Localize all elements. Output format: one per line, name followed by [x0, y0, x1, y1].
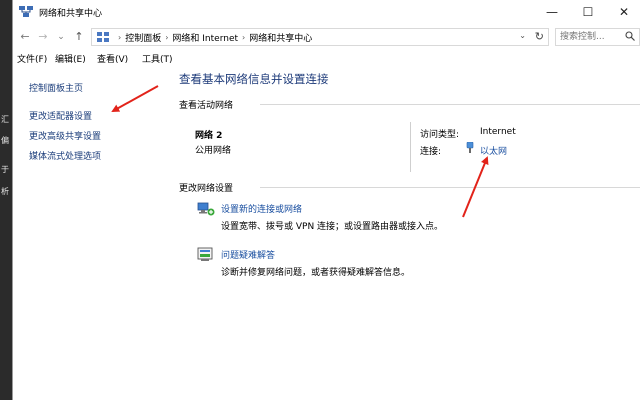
- active-networks-section-label: 查看活动网络: [179, 101, 234, 111]
- network-info-divider: [410, 122, 411, 172]
- address-bar[interactable]: › 控制面板 › 网络和 Internet › 网络和共享中心 ⌄ ↻: [91, 28, 549, 46]
- troubleshoot-problems-link[interactable]: 问题疑难解答: [221, 248, 275, 261]
- ethernet-connection-link[interactable]: 以太网: [480, 144, 507, 157]
- breadcrumb-item-network-sharing-center[interactable]: 网络和共享中心: [249, 31, 312, 44]
- minimize-button[interactable]: —: [534, 0, 570, 25]
- search-icon[interactable]: [625, 31, 635, 41]
- menu-bar: 文件(F) 编辑(E) 查看(V) 工具(T): [13, 49, 643, 67]
- address-history-chevron-icon[interactable]: ⌄: [519, 31, 526, 40]
- page-title: 查看基本网络信息并设置连接: [179, 72, 329, 86]
- background-window-edge: 汇 偏 于 析: [0, 0, 12, 400]
- menu-edit[interactable]: 编辑(E): [55, 52, 86, 65]
- background-text-fragment: 偏: [1, 136, 9, 145]
- sidebar-item-control-panel-home[interactable]: 控制面板主页: [29, 81, 83, 94]
- up-button[interactable]: ↑: [71, 29, 87, 45]
- ethernet-connection-icon[interactable]: [466, 142, 474, 154]
- back-button[interactable]: ←: [17, 29, 33, 45]
- network-profile-link[interactable]: 公用网络: [195, 143, 231, 156]
- section-divider: [260, 187, 640, 188]
- window-title: 网络和共享中心: [39, 9, 103, 19]
- background-text-fragment: 析: [1, 187, 9, 196]
- access-type-value: Internet: [480, 127, 516, 137]
- close-button[interactable]: ✕: [606, 0, 642, 25]
- network-name: 网络 2: [195, 131, 223, 141]
- menu-tools[interactable]: 工具(T): [142, 52, 173, 65]
- main-content: 查看基本网络信息并设置连接 查看活动网络 网络 2 公用网络 访问类型: Int…: [166, 67, 643, 400]
- network-center-icon: [19, 6, 33, 17]
- troubleshoot-problems-description: 诊断并修复网络问题，或者获得疑难解答信息。: [221, 268, 411, 278]
- setup-new-connection-description: 设置宽带、拨号或 VPN 连接；或设置路由器或接入点。: [221, 222, 444, 232]
- connections-label: 连接:: [420, 147, 442, 157]
- sidebar-item-advanced-sharing-settings[interactable]: 更改高级共享设置: [29, 129, 101, 142]
- sidebar-item-change-adapter-settings[interactable]: 更改适配器设置: [29, 109, 92, 122]
- refresh-icon[interactable]: ↻: [535, 30, 544, 43]
- menu-file[interactable]: 文件(F): [17, 52, 47, 65]
- access-type-label: 访问类型:: [420, 130, 460, 140]
- change-settings-section-label: 更改网络设置: [179, 184, 234, 194]
- breadcrumb-separator: ›: [118, 33, 122, 42]
- background-text-fragment: 于: [1, 165, 9, 174]
- search-box[interactable]: [555, 28, 640, 46]
- search-input[interactable]: [560, 30, 622, 44]
- breadcrumb-item-control-panel[interactable]: 控制面板: [125, 31, 161, 44]
- maximize-button[interactable]: ☐: [570, 0, 606, 25]
- breadcrumb: › 控制面板 › 网络和 Internet › 网络和共享中心: [114, 31, 312, 44]
- forward-button[interactable]: →: [35, 29, 51, 45]
- breadcrumb-separator[interactable]: ›: [161, 33, 172, 42]
- new-connection-icon: [197, 202, 215, 216]
- menu-view[interactable]: 查看(V): [97, 52, 128, 65]
- network-sharing-center-window: 网络和共享中心 — ☐ ✕ ← → ⌄ ↑ › 控制面板 › 网络和 Internet…: [12, 0, 643, 400]
- troubleshoot-icon: [197, 247, 213, 261]
- control-panel-icon: [97, 32, 109, 42]
- title-bar[interactable]: 网络和共享中心 — ☐ ✕: [13, 0, 643, 25]
- breadcrumb-item-network-internet[interactable]: 网络和 Internet: [172, 31, 238, 44]
- section-divider: [260, 104, 640, 105]
- breadcrumb-separator[interactable]: ›: [238, 33, 249, 42]
- recent-locations-button[interactable]: ⌄: [53, 29, 69, 45]
- left-navigation-pane: 控制面板主页 更改适配器设置 更改高级共享设置 媒体流式处理选项: [13, 67, 166, 400]
- address-toolbar: ← → ⌄ ↑ › 控制面板 › 网络和 Internet › 网络和共享中心 ⌄ ↻: [13, 25, 643, 49]
- setup-new-connection-link[interactable]: 设置新的连接或网络: [221, 202, 302, 215]
- sidebar-item-media-streaming-options[interactable]: 媒体流式处理选项: [29, 149, 101, 162]
- background-text-fragment: 汇: [1, 115, 9, 124]
